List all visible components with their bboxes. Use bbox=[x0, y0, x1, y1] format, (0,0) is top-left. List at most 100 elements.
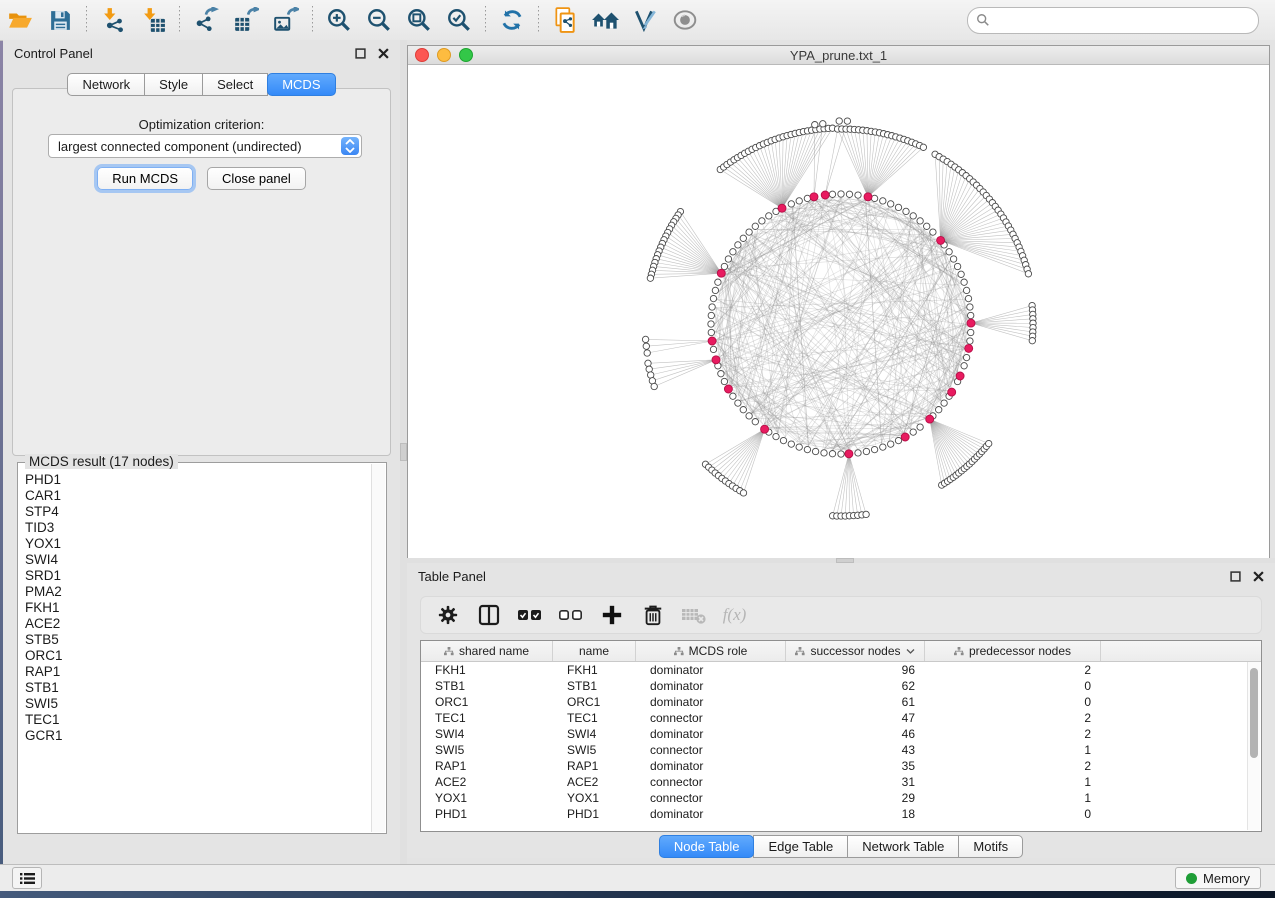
table-cell[interactable]: 0 bbox=[925, 695, 1101, 709]
mcds-result-item[interactable]: YOX1 bbox=[25, 536, 372, 552]
network-node[interactable] bbox=[880, 198, 886, 204]
table-cell[interactable]: dominator bbox=[636, 727, 786, 741]
table-cell[interactable]: ORC1 bbox=[421, 695, 553, 709]
table-cell[interactable]: ACE2 bbox=[553, 775, 636, 789]
table-row[interactable]: RAP1RAP1dominator352 bbox=[421, 758, 1261, 774]
table-row[interactable]: ACE2ACE2connector311 bbox=[421, 774, 1261, 790]
network-node[interactable] bbox=[709, 304, 715, 310]
table-cell[interactable]: 1 bbox=[925, 775, 1101, 789]
network-node[interactable] bbox=[644, 350, 650, 356]
tab-node-table[interactable]: Node Table bbox=[659, 835, 755, 858]
vertical-splitter[interactable] bbox=[400, 40, 407, 864]
network-node[interactable] bbox=[930, 229, 936, 235]
table-row[interactable]: STB1STB1dominator620 bbox=[421, 678, 1261, 694]
table-cell[interactable]: SWI4 bbox=[421, 727, 553, 741]
mcds-result-item[interactable]: STB5 bbox=[25, 632, 372, 648]
table-cell[interactable]: ACE2 bbox=[421, 775, 553, 789]
network-node[interactable] bbox=[788, 201, 794, 207]
table-cell[interactable]: 43 bbox=[786, 743, 925, 757]
export-image-button[interactable] bbox=[266, 3, 306, 37]
table-row[interactable]: SWI5SWI5connector431 bbox=[421, 742, 1261, 758]
mcds-result-item[interactable]: SRD1 bbox=[25, 568, 372, 584]
refresh-layout-button[interactable] bbox=[492, 3, 532, 37]
network-node[interactable] bbox=[895, 204, 901, 210]
network-node[interactable] bbox=[647, 275, 653, 281]
network-node[interactable] bbox=[740, 235, 746, 241]
network-node[interactable] bbox=[829, 451, 835, 457]
network-node[interactable] bbox=[986, 440, 992, 446]
table-cell[interactable]: 31 bbox=[786, 775, 925, 789]
create-column-button[interactable] bbox=[593, 599, 630, 631]
table-cell[interactable]: ORC1 bbox=[553, 695, 636, 709]
network-canvas[interactable] bbox=[408, 65, 1269, 558]
network-node[interactable] bbox=[710, 295, 716, 301]
table-cell[interactable]: 61 bbox=[786, 695, 925, 709]
table-row[interactable]: FKH1FKH1dominator962 bbox=[421, 662, 1261, 678]
network-node[interactable] bbox=[950, 256, 956, 262]
mcds-result-item[interactable]: ORC1 bbox=[25, 648, 372, 664]
close-panel-button[interactable] bbox=[1252, 570, 1265, 583]
network-node[interactable] bbox=[820, 121, 826, 127]
mcds-network-node[interactable] bbox=[901, 433, 909, 441]
table-cell[interactable]: YOX1 bbox=[421, 791, 553, 805]
table-cell[interactable]: connector bbox=[636, 711, 786, 725]
mcds-network-node[interactable] bbox=[967, 319, 975, 327]
mcds-network-node[interactable] bbox=[712, 356, 720, 364]
network-node[interactable] bbox=[708, 329, 714, 335]
network-node[interactable] bbox=[895, 437, 901, 443]
network-node[interactable] bbox=[968, 329, 974, 335]
network-node[interactable] bbox=[961, 279, 967, 285]
column-header-successor-nodes[interactable]: successor nodes bbox=[786, 641, 925, 661]
table-row[interactable]: TEC1TEC1connector472 bbox=[421, 710, 1261, 726]
table-cell[interactable]: TEC1 bbox=[553, 711, 636, 725]
table-cell[interactable]: PHD1 bbox=[553, 807, 636, 821]
network-node[interactable] bbox=[941, 400, 947, 406]
network-node[interactable] bbox=[946, 249, 952, 255]
mcds-network-node[interactable] bbox=[717, 269, 725, 277]
network-node[interactable] bbox=[766, 213, 772, 219]
table-row[interactable]: ORC1ORC1dominator610 bbox=[421, 694, 1261, 710]
select-all-rows-button[interactable] bbox=[511, 599, 548, 631]
network-node[interactable] bbox=[829, 191, 835, 197]
mcds-result-item[interactable]: ACE2 bbox=[25, 616, 372, 632]
network-node[interactable] bbox=[871, 446, 877, 452]
mcds-network-node[interactable] bbox=[926, 415, 934, 423]
network-node[interactable] bbox=[954, 263, 960, 269]
mcds-result-item[interactable]: PMA2 bbox=[25, 584, 372, 600]
network-node[interactable] bbox=[746, 229, 752, 235]
table-cell[interactable]: SWI5 bbox=[553, 743, 636, 757]
mcds-network-node[interactable] bbox=[810, 193, 818, 201]
network-node[interactable] bbox=[855, 192, 861, 198]
table-cell[interactable]: 47 bbox=[786, 711, 925, 725]
network-node[interactable] bbox=[936, 407, 942, 413]
network-node[interactable] bbox=[812, 448, 818, 454]
network-node[interactable] bbox=[740, 407, 746, 413]
network-node[interactable] bbox=[821, 450, 827, 456]
mcds-result-item[interactable]: SWI5 bbox=[25, 696, 372, 712]
tab-select[interactable]: Select bbox=[202, 73, 268, 96]
network-node[interactable] bbox=[963, 287, 969, 293]
table-cell[interactable]: 35 bbox=[786, 759, 925, 773]
table-row[interactable]: PHD1PHD1dominator180 bbox=[421, 806, 1261, 822]
network-node[interactable] bbox=[804, 446, 810, 452]
table-options-button[interactable] bbox=[429, 599, 466, 631]
table-cell[interactable]: connector bbox=[636, 743, 786, 757]
network-node[interactable] bbox=[730, 393, 736, 399]
table-cell[interactable]: TEC1 bbox=[421, 711, 553, 725]
table-cell[interactable]: 2 bbox=[925, 759, 1101, 773]
network-node[interactable] bbox=[965, 295, 971, 301]
hide-graphics-details-button[interactable] bbox=[625, 3, 665, 37]
network-node[interactable] bbox=[651, 383, 657, 389]
zoom-selected-button[interactable] bbox=[439, 3, 479, 37]
network-node[interactable] bbox=[773, 433, 779, 439]
column-header-shared-name[interactable]: shared name bbox=[421, 641, 553, 661]
export-network-button[interactable] bbox=[186, 3, 226, 37]
network-node[interactable] bbox=[643, 343, 649, 349]
table-cell[interactable]: STB1 bbox=[421, 679, 553, 693]
network-node[interactable] bbox=[780, 437, 786, 443]
network-node[interactable] bbox=[910, 213, 916, 219]
table-cell[interactable]: 1 bbox=[925, 743, 1101, 757]
table-cell[interactable]: PHD1 bbox=[421, 807, 553, 821]
table-cell[interactable]: 29 bbox=[786, 791, 925, 805]
table-cell[interactable]: SWI4 bbox=[553, 727, 636, 741]
